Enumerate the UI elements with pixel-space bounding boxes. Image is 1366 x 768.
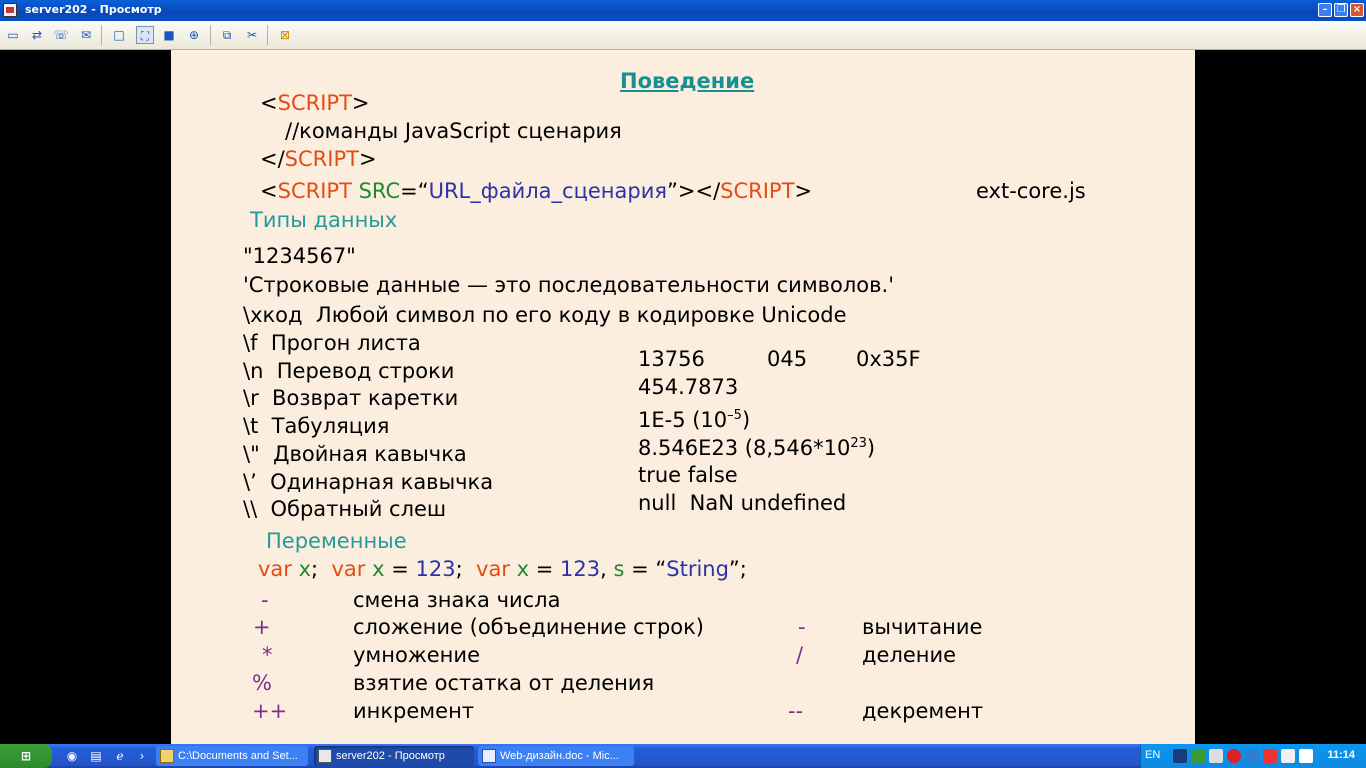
escape-item: \n Перевод строки [243,359,455,383]
variables-heading: Переменные [266,529,407,553]
operator-description: сложение (объединение строк) [353,615,705,639]
number-int-oct: 045 [767,347,808,371]
xcode-line: \xкод Любой символ по его коду в кодиров… [243,303,847,327]
task-label: Web-дизайн.doc - Mic... [500,750,619,762]
script-open-line: <SCRIPT> [260,91,370,115]
monitor-tray-icon[interactable] [1209,749,1223,763]
string-description: 'Строковые данные — это последовательнос… [243,273,894,297]
close-button[interactable]: × [1350,3,1364,17]
clipboard-tray-icon[interactable] [1299,749,1313,763]
fit-icon[interactable]: ■ [160,26,178,44]
number-int-dec: 13756 [638,347,705,371]
fullscreen-icon[interactable]: ⛶ [136,26,154,44]
clock[interactable]: 11:14 [1327,749,1355,761]
comment-line: //команды JavaScript сценария [285,119,622,143]
escape-item: \\ Обратный слеш [243,497,447,521]
clipboard-icon[interactable]: ⧉ [218,26,236,44]
toolbar-separator [267,25,268,45]
types-heading: Типы данных [250,208,398,232]
escape-item: \" Двойная кавычка [243,442,467,466]
operator-symbol: - [261,588,269,612]
slide: Поведение <SCRIPT> //команды JavaScript … [171,50,1195,744]
minimize-button[interactable]: – [1318,3,1332,17]
operator-symbol-secondary: / [796,643,804,667]
toolbar-separator [101,25,102,45]
operator-symbol-secondary: -- [788,699,804,723]
phone-icon[interactable]: ☏ [52,26,70,44]
script-src-line: <SCRIPT SRC=“URL_файла_сценария”></SCRIP… [260,179,813,203]
chat-icon[interactable]: ✉ [77,26,95,44]
window-icon[interactable]: □ [110,26,128,44]
monitor-icon[interactable]: ▭ [4,26,22,44]
start-button[interactable]: ⊞ [0,744,52,768]
operator-symbol: % [252,671,272,695]
transfer-icon[interactable]: ⇄ [28,26,46,44]
operator-symbol: * [262,643,273,667]
taskbar: ⊞ ◉ ▤ ℯ › C:\Documents and Set... server… [0,744,1366,768]
task-label: C:\Documents and Set... [178,750,298,762]
language-indicator[interactable]: EN [1145,749,1160,761]
task-word[interactable]: Web-дизайн.doc - Mic... [478,746,634,766]
operator-description: инкремент [353,699,475,723]
task-server202[interactable]: server202 - Просмотр [314,746,474,766]
slide-heading: Поведение [620,69,755,93]
number-exp-large: 8.546E23 (8,546*1023) [638,436,876,460]
security-shield-icon[interactable] [1263,749,1277,763]
boolean-values: true false [638,463,738,487]
number-float: 454.7873 [638,375,739,399]
operator-symbol: + [253,615,271,639]
operator-description: взятие остатка от деления [353,671,655,695]
desktop-icon[interactable]: ▤ [88,748,104,764]
remote-viewer-icon [318,749,332,763]
word-doc-icon [482,749,496,763]
window-title: server202 - Просмотр [25,3,162,16]
string-example: "1234567" [243,244,356,268]
quicklaunch-arrow-icon[interactable]: › [134,748,150,764]
toolbar: ▭ ⇄ ☏ ✉ □ ⛶ ■ ⊕ ⧉ ✂ ⊠ [0,21,1366,50]
app-icon[interactable] [3,3,17,17]
escape-item: \t Табуляция [243,414,390,438]
number-int-hex: 0x35F [856,347,921,371]
script-close-line: </SCRIPT> [260,147,377,171]
special-values: null NaN undefined [638,491,847,515]
restore-button[interactable]: ❐ [1334,3,1348,17]
escape-item: \r Возврат каретки [243,386,459,410]
operator-symbol: ++ [252,699,288,723]
volume-icon[interactable] [1281,749,1295,763]
tools-icon[interactable]: ✂ [243,26,261,44]
close-session-icon[interactable]: ⊠ [276,26,294,44]
antivirus-icon[interactable] [1245,749,1259,763]
operator-description-secondary: вычитание [862,615,983,639]
task-explorer[interactable]: C:\Documents and Set... [156,746,308,766]
network-icon[interactable] [1173,749,1187,763]
escape-item: \f Прогон листа [243,331,421,355]
operator-description: смена знака числа [353,588,561,612]
system-tray: EN 11:14 [1140,744,1366,768]
chrome-icon[interactable]: ◉ [64,748,80,764]
ie-icon[interactable]: ℯ [112,748,128,764]
operator-description: умножение [353,643,480,667]
tray-app-icon[interactable] [1191,749,1205,763]
operator-description-secondary: деление [862,643,957,667]
number-exp-small: 1E-5 (10–5) [638,408,751,432]
toolbar-separator [210,25,211,45]
title-bar: server202 - Просмотр – ❐ × [0,0,1366,21]
zoom-icon[interactable]: ⊕ [185,26,203,44]
operator-symbol-secondary: - [798,615,806,639]
operator-description-secondary: декремент [862,699,984,723]
opera-icon[interactable] [1227,749,1241,763]
ext-file-label: ext-core.js [976,179,1086,203]
escape-item: \’ Одинарная кавычка [243,470,494,494]
folder-icon [160,749,174,763]
task-label: server202 - Просмотр [336,750,445,762]
var-line: var x; var x = 123; var x = 123, s = “St… [258,557,747,581]
